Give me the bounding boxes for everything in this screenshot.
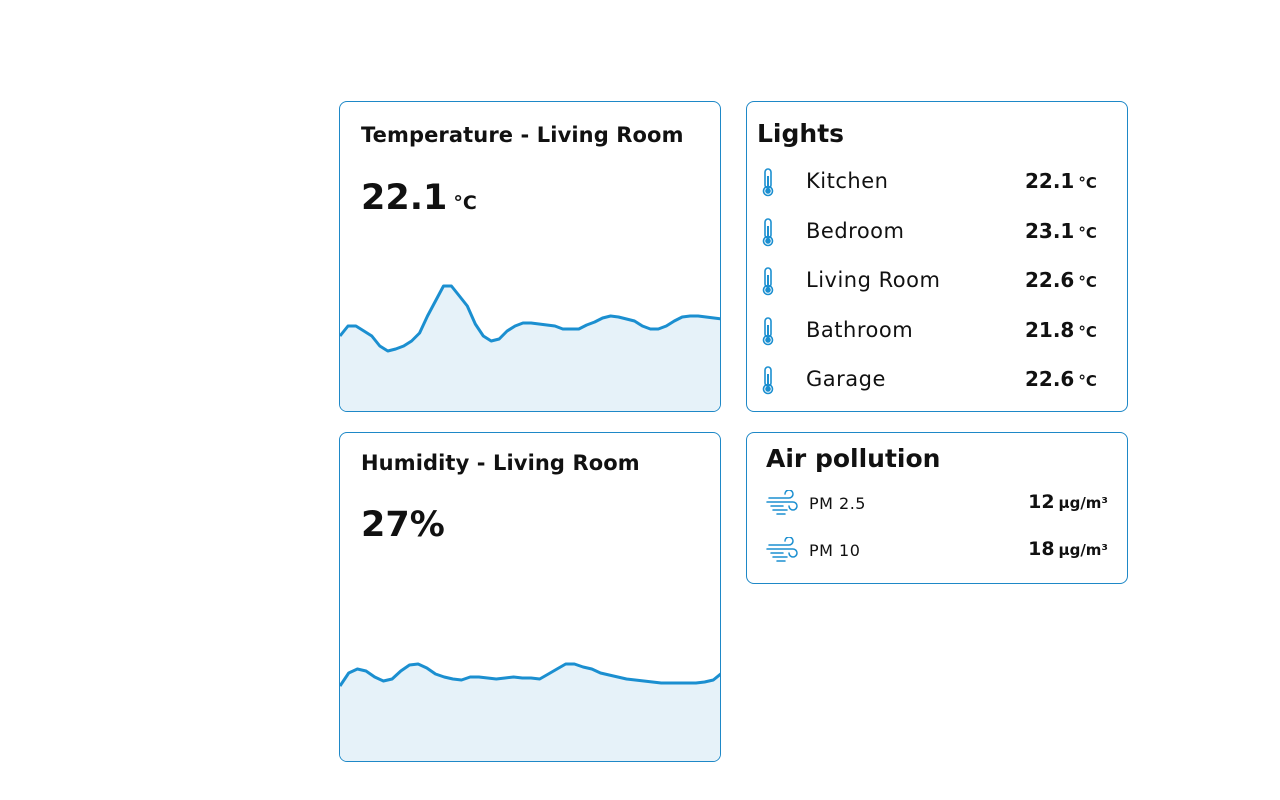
- thermometer-icon: [762, 267, 774, 296]
- air-pollution-card-title: Air pollution: [766, 444, 941, 473]
- thermometer-icon: [762, 218, 774, 247]
- air-pollution-value: 12 µg/m³: [1028, 491, 1108, 513]
- air-pollution-card: Air pollution PM 2.5 12 µg/m³ PM 10 18 µ…: [746, 432, 1128, 584]
- temperature-card-title: Temperature - Living Room: [361, 123, 684, 147]
- humidity-card: Humidity - Living Room 27%: [339, 432, 721, 762]
- light-room-label: Garage: [806, 367, 886, 391]
- thermometer-icon: [762, 317, 774, 346]
- thermometer-icon: [762, 168, 774, 197]
- light-room-value: 22.6 °C: [1025, 268, 1097, 292]
- light-room-value: 22.1 °C: [1025, 169, 1097, 193]
- temperature-card: Temperature - Living Room 22.1 °C: [339, 101, 721, 412]
- light-room-label: Bedroom: [806, 219, 905, 243]
- air-row-pm10[interactable]: PM 10 18 µg/m³: [747, 537, 1127, 567]
- humidity-value: 27%: [361, 505, 445, 545]
- air-row-pm25[interactable]: PM 2.5 12 µg/m³: [747, 490, 1127, 520]
- wind-icon: [766, 537, 798, 562]
- light-room-value: 22.6 °C: [1025, 367, 1097, 391]
- temperature-unit: °C: [453, 192, 477, 214]
- lights-card: Lights Kitchen 22.1 °C Bedroom 23.1 °C Liv…: [746, 101, 1128, 412]
- humidity-trend-chart: [340, 662, 720, 761]
- light-row-garage[interactable]: Garage 22.6 °C: [747, 365, 1127, 405]
- light-row-bathroom[interactable]: Bathroom 21.8 °C: [747, 316, 1127, 356]
- light-room-value: 21.8 °C: [1025, 318, 1097, 342]
- air-pollution-label: PM 2.5: [809, 494, 866, 513]
- temperature-trend-chart: [340, 284, 720, 411]
- temperature-value-number: 22.1: [361, 178, 448, 218]
- humidity-card-title: Humidity - Living Room: [361, 451, 640, 475]
- light-row-bedroom[interactable]: Bedroom 23.1 °C: [747, 217, 1127, 257]
- light-room-label: Kitchen: [806, 169, 889, 193]
- thermometer-icon: [762, 366, 774, 395]
- light-row-kitchen[interactable]: Kitchen 22.1 °C: [747, 167, 1127, 207]
- wind-icon: [766, 490, 798, 515]
- light-row-living-room[interactable]: Living Room 22.6 °C: [747, 266, 1127, 306]
- light-room-label: Bathroom: [806, 318, 914, 342]
- lights-card-title: Lights: [757, 119, 845, 148]
- air-pollution-label: PM 10: [809, 541, 861, 560]
- air-pollution-value: 18 µg/m³: [1028, 538, 1108, 560]
- light-room-label: Living Room: [806, 268, 941, 292]
- light-room-value: 23.1 °C: [1025, 219, 1097, 243]
- temperature-value: 22.1 °C: [361, 178, 477, 218]
